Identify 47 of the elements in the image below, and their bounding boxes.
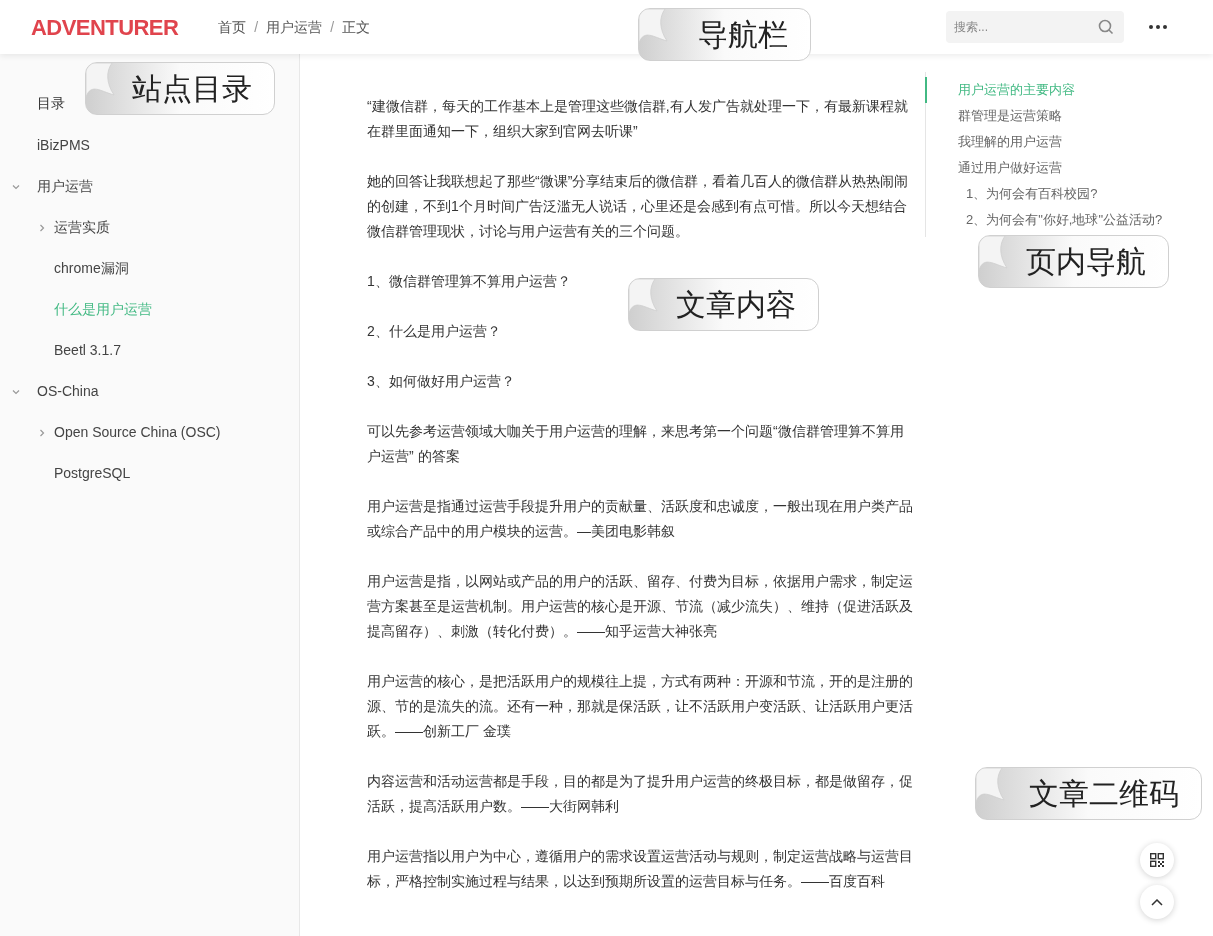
breadcrumb-link[interactable]: 用户运营 [266,16,323,38]
chevron-down-icon[interactable] [12,182,20,191]
paragraph: 3、如何做好用户运营？ [367,372,516,391]
sidebar-title: 目录 [37,94,66,113]
paragraph: 用户运营指以用户为中心，遵循用户的需求设置运营活动与规则，制定运营战略与运营目标，严格控制实施过程与结果，以达到预期所设置的运营目标与任务。——百度百科 [367,847,914,891]
annotation-label: 导航栏 [698,17,788,53]
sidebar-item[interactable]: iBizPMS [37,135,90,156]
toc-link[interactable]: 群管理是运营策略 [958,103,1163,129]
paragraph: “建微信群，每天的工作基本上是管理这些微信群,有人发广告就处理一下，有最新课程就在群里面通知一下，组织大家到官网去听课” [367,97,909,141]
toc-link[interactable]: 通过用户做好运营 [958,155,1163,181]
chevron-right-icon[interactable] [38,223,46,232]
paragraph: 可以先参考运营领域大咖关于用户运营的理解，来思考第一个问题“微信群管理算不算用户运营” 的答案 [367,422,905,466]
breadcrumb-link[interactable]: 首页 [218,16,247,38]
toc-link[interactable]: 1、为何会有百科校园? [958,181,1163,207]
annotation-label: 文章二维码 [1029,776,1179,812]
back-to-top-button[interactable] [1140,885,1174,919]
paragraph: 内容运营和活动运营都是手段，目的都是为了提升用户运营的终极目标，都是做留存，促活跃，提高活跃用户数。——大街网韩利 [367,772,914,816]
annotation-label: 站点目录 [132,71,252,107]
qr-code-icon [1150,853,1164,867]
site-logo[interactable]: ADVENTURER [31,10,179,44]
paragraph: 2、什么是用户运营？ [367,322,502,341]
annotation-label: 文章内容 [676,287,796,323]
chevron-up-icon [1151,898,1163,906]
paragraph: 1、微信群管理算不算用户运营？ [367,272,572,291]
paragraph: 用户运营的核心，是把活跃用户的规模往上提，方式有两种：开源和节流，开的是注册的源、节的是流失的流。还有一种，那就是保活跃，让不活跃用户变活跃、让活跃用户更活跃。——创新工厂 金璞 [367,672,914,741]
paragraph: 用户运营是指通过运营手段提升用户的贡献量、活跃度和忠诚度，一般出现在用户类产品或综合产品中的用户模块的运营。—美团电影韩叙 [367,497,914,541]
paragraph: 用户运营是指，以网站或产品的用户的活跃、留存、付费为目标，依据用户需求，制定运营方案甚至是运营机制。用户运营的核心是开源、节流（减少流失）、维持（促进活跃及提高留存）、刺激（转化付费）。——知乎运营大神张亮 [367,572,914,641]
breadcrumb-separator: / [254,17,259,37]
search-field[interactable]: 搜索... [946,11,1124,43]
annotation-label: 页内导航 [1026,244,1146,280]
more-icon[interactable] [1149,25,1167,29]
toc-link[interactable]: 2、为何会有"你好,地球"公益活动? [958,207,1163,233]
breadcrumb-separator: / [330,17,335,37]
sidebar-item[interactable]: 运营实质 [54,217,110,238]
sidebar-item[interactable]: OS-China [37,381,99,402]
sidebar-item[interactable]: PostgreSQL [54,463,131,484]
sidebar-item[interactable]: Open Source China (OSC) [54,422,221,443]
chevron-down-icon[interactable] [12,387,20,396]
sidebar-item[interactable]: Beetl 3.1.7 [54,340,121,361]
search-icon[interactable] [1098,19,1114,35]
sidebar-item[interactable]: 用户运营 [37,176,93,197]
toc-link[interactable]: 我理解的用户运营 [958,129,1163,155]
qr-code-button[interactable] [1140,843,1174,877]
paragraph: 她的回答让我联想起了那些“微课”分享结束后的微信群，看着几百人的微信群从热热闹闹的创建，不到1个月时间广告泛滥无人说话，心里还是会感到有点可惜。所以今天想结合微信群管理现状，讨论与用户运营有关的三个问题。 [367,172,910,241]
sidebar-item[interactable]: chrome漏洞 [54,258,129,279]
chevron-right-icon[interactable] [38,428,46,437]
breadcrumb-link[interactable]: 正文 [342,16,371,38]
